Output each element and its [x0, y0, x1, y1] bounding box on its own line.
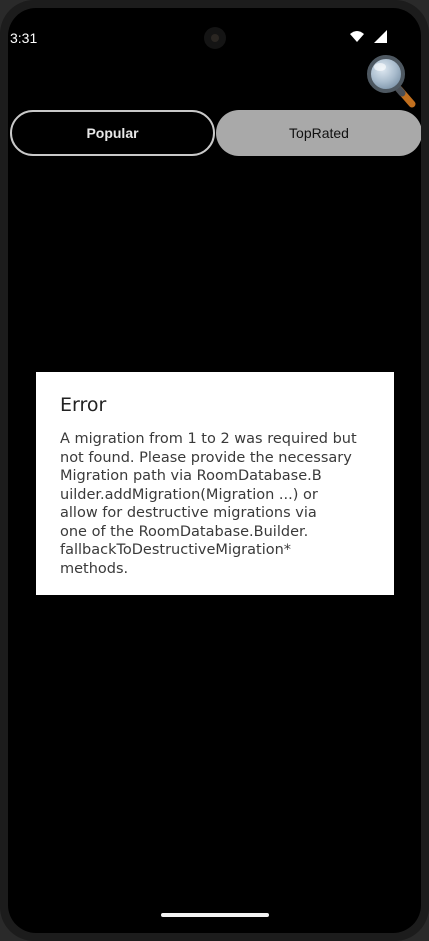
app-screen: 3:31 Popular TopRated Error A migration …: [8, 8, 421, 933]
home-indicator[interactable]: [161, 913, 269, 917]
status-bar: 3:31: [8, 8, 421, 52]
tab-toprated-label: TopRated: [289, 125, 349, 141]
dialog-title: Error: [60, 394, 107, 416]
error-dialog: Error A migration from 1 to 2 was requir…: [36, 372, 394, 595]
tab-bar: Popular TopRated: [10, 110, 421, 156]
cellular-signal-icon: [374, 30, 387, 43]
dialog-message: A migration from 1 to 2 was required but…: [60, 431, 357, 577]
tab-toprated[interactable]: TopRated: [216, 110, 421, 156]
tab-popular[interactable]: Popular: [10, 110, 215, 156]
magnifying-glass-icon: [367, 55, 416, 108]
front-camera: [204, 27, 226, 49]
status-time: 3:31: [10, 30, 38, 46]
search-button[interactable]: [364, 52, 418, 108]
tab-popular-label: Popular: [86, 125, 139, 141]
device-frame: 3:31 Popular TopRated Error A migration …: [0, 0, 429, 941]
